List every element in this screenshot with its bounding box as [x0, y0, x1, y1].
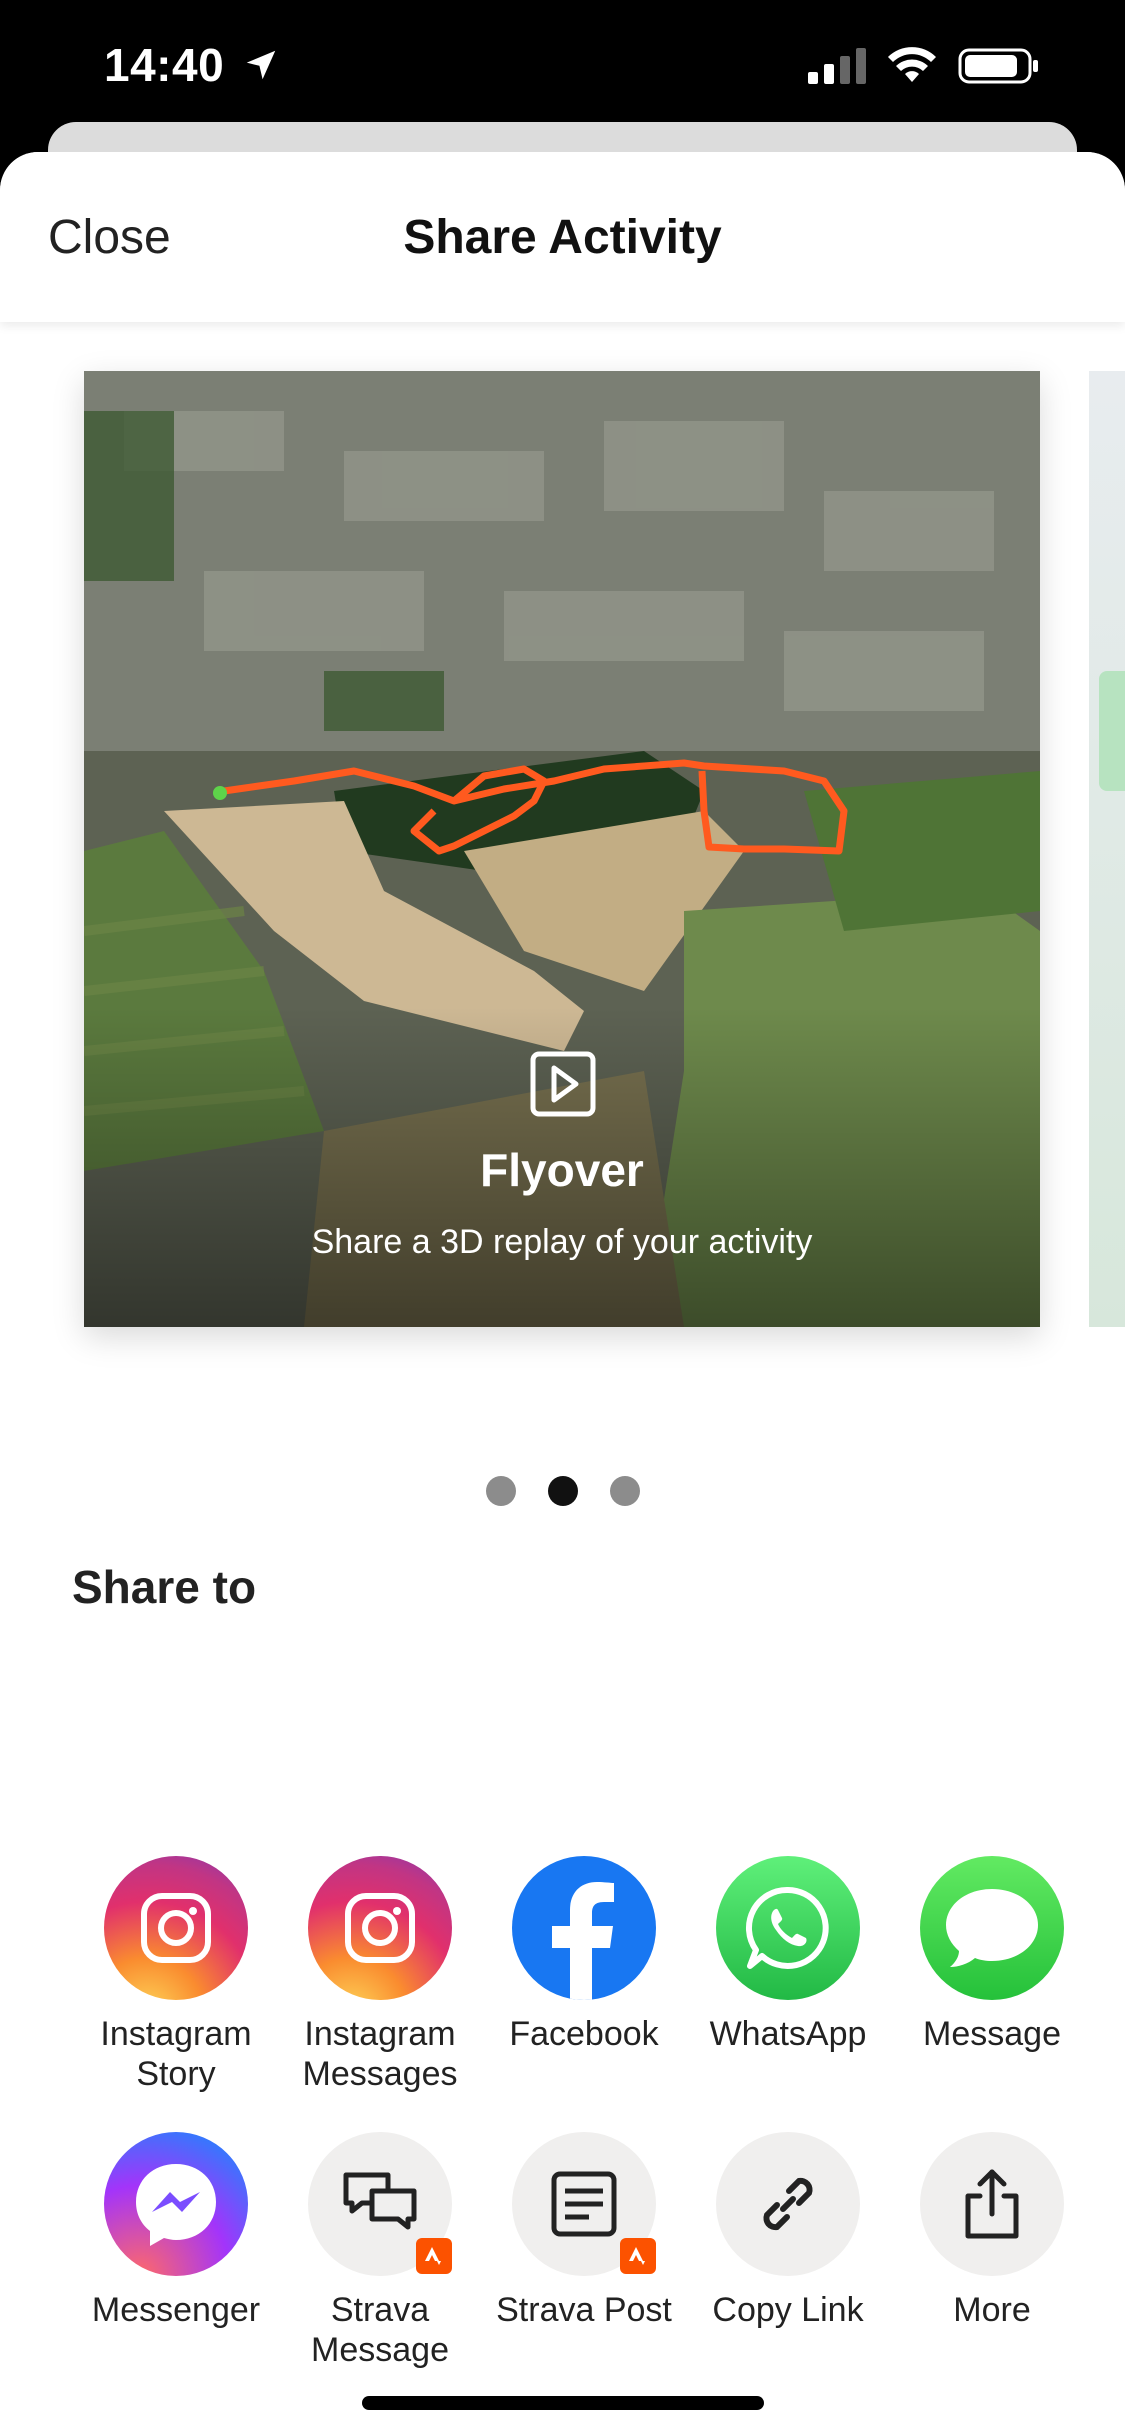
- share-strava-message[interactable]: Strava Message: [280, 2132, 480, 2370]
- page-dot-active[interactable]: [547, 1476, 578, 1506]
- link-icon: [716, 2132, 860, 2276]
- map-green-area: [1099, 671, 1125, 791]
- app-label: Message: [923, 2015, 1061, 2053]
- battery-icon: [958, 48, 1038, 84]
- share-instagram-messages[interactable]: Instagram Messages: [280, 1856, 480, 2094]
- strava-post-icon: [512, 2132, 656, 2276]
- strava-badge-icon: [620, 2238, 656, 2274]
- strava-badge-icon: [416, 2238, 452, 2274]
- whatsapp-icon: [716, 1856, 860, 2000]
- location-arrow-icon: [246, 50, 276, 80]
- strava-message-icon: [308, 2132, 452, 2276]
- nav-bar: Close Share Activity: [0, 152, 1125, 322]
- facebook-icon: [512, 1856, 656, 2000]
- flyover-card[interactable]: Flyover Share a 3D replay of your activi…: [84, 371, 1040, 1327]
- instagram-icon: [104, 1856, 248, 2000]
- share-copy-link[interactable]: Copy Link: [688, 2132, 888, 2330]
- app-label: Instagram Story: [100, 2015, 252, 2093]
- card-subtitle: Share a 3D replay of your activity: [311, 1223, 813, 1261]
- share-instagram-story[interactable]: Instagram Story: [76, 1856, 276, 2094]
- page-dot[interactable]: [609, 1476, 640, 1506]
- app-label: Strava Message: [311, 2291, 449, 2369]
- status-time: 14:40: [104, 39, 225, 91]
- share-whatsapp[interactable]: WhatsApp: [688, 1856, 888, 2054]
- share-heading: Share to: [72, 1561, 257, 1613]
- messenger-icon: [104, 2132, 248, 2276]
- app-label: WhatsApp: [709, 2015, 867, 2053]
- app-label: Copy Link: [712, 2291, 864, 2329]
- share-messenger[interactable]: Messenger: [76, 2132, 276, 2330]
- carousel-page-indicator: [0, 1476, 1125, 1506]
- app-label: Instagram Messages: [302, 2015, 458, 2093]
- play-icon: [530, 1051, 596, 1117]
- share-more[interactable]: More: [892, 2132, 1092, 2330]
- app-label: Facebook: [509, 2015, 659, 2053]
- share-strava-post[interactable]: Strava Post: [484, 2132, 684, 2330]
- page-title: Share Activity: [403, 211, 722, 264]
- message-icon: [920, 1856, 1064, 2000]
- signal-icon: [808, 48, 866, 84]
- wifi-icon: [888, 47, 936, 82]
- app-label: More: [953, 2291, 1031, 2329]
- share-facebook[interactable]: Facebook: [484, 1856, 684, 2054]
- share-icon: [920, 2132, 1064, 2276]
- instagram-icon: [308, 1856, 452, 2000]
- app-label: Messenger: [91, 2291, 261, 2329]
- home-indicator[interactable]: [362, 2396, 764, 2410]
- next-card-preview[interactable]: [1089, 371, 1125, 1327]
- page-dot[interactable]: [485, 1476, 516, 1506]
- card-title: Flyover: [480, 1144, 644, 1196]
- share-message[interactable]: Message: [892, 1856, 1092, 2054]
- app-label: Strava Post: [496, 2291, 672, 2329]
- status-bar: 14:40: [0, 0, 1125, 130]
